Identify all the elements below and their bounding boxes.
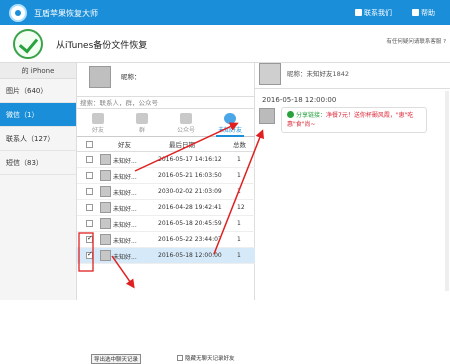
table-header: 好友 最后日期 总数 [77, 138, 255, 152]
app-logo-icon [9, 4, 27, 22]
hide-empty-toggle[interactable]: 隐藏无聊天记录好友 [177, 354, 235, 362]
chat-panel: 昵称：未知好友1842 2016-05-18 12:00:00 分享链接：净餐7… [255, 63, 450, 300]
row-avatar [100, 154, 111, 165]
tab-groups-label: 群 [138, 127, 145, 134]
table-row[interactable]: 未知好... 2016-05-21 16:03:50 1 [77, 168, 255, 184]
app-title: 互盾苹果恢复大师 [34, 9, 98, 18]
row-date: 2016-05-21 16:03:50 [158, 172, 222, 179]
tab-friends[interactable]: 好友 [81, 111, 115, 137]
row-checkbox[interactable] [86, 172, 93, 179]
row-name: 未知好... [113, 254, 137, 261]
divider [255, 88, 450, 89]
help-button[interactable]: 帮助 [412, 8, 435, 18]
row-date: 2016-05-17 14:16:12 [158, 156, 222, 163]
message-lead: 分享链接： [296, 112, 327, 119]
table-row[interactable]: 未知好... 2016-04-28 19:42:41 12 [77, 200, 255, 216]
sidebar-item-photos[interactable]: 图片（640） [0, 79, 76, 103]
chat-scrollbar[interactable] [445, 91, 449, 291]
row-name: 未知好... [113, 174, 137, 181]
table-row[interactable]: 未知好... 2016-05-17 14:16:12 1 [77, 152, 255, 168]
header-last-date: 最后日期 [169, 141, 195, 149]
export-selected-button[interactable]: 导出选中聊天记录 [91, 354, 142, 364]
row-avatar [100, 234, 111, 245]
row-date: 2016-05-18 12:00:00 [158, 252, 222, 259]
row-count: 1 [237, 220, 241, 227]
contact-us-button[interactable]: 联系我们 [355, 8, 392, 18]
header-friend: 好友 [118, 141, 131, 149]
row-count: 1 [237, 156, 241, 163]
row-count: 12 [237, 204, 245, 211]
message-avatar [259, 108, 275, 124]
check-circle-icon [13, 29, 43, 59]
row-date: 2016-05-18 20:45:59 [158, 220, 222, 227]
share-link-icon [287, 111, 294, 118]
row-count: 1 [237, 188, 241, 195]
help-icon [412, 9, 419, 16]
sidebar: 的 iPhone 图片（640） 微信（1） 联系人（127） 短信（83） [0, 63, 77, 300]
unknown-friend-icon [224, 113, 236, 124]
row-checkbox[interactable] [86, 220, 93, 227]
contact-us-label: 联系我们 [364, 9, 392, 17]
chat-nickname: 昵称：未知好友1842 [287, 70, 350, 78]
table-row[interactable]: 未知好... 2016-05-18 12:00:00 1 [77, 248, 255, 264]
page-title: 从iTunes备份文件恢复 [56, 41, 148, 51]
row-checkbox[interactable] [86, 156, 93, 163]
select-all-checkbox[interactable] [86, 141, 93, 148]
friends-icon [92, 113, 104, 124]
row-date: 2016-05-22 23:44:07 [158, 236, 222, 243]
chat-icon [355, 9, 362, 16]
table-row[interactable]: 未知好... 2030-02-02 21:03:09 1 [77, 184, 255, 200]
row-name: 未知好... [113, 222, 137, 229]
search-input[interactable]: 搜索：联系人，群，公众号 [77, 96, 255, 109]
row-avatar [100, 186, 111, 197]
friends-table: 好友 最后日期 总数 未知好... 2016-05-17 14:16:12 1 未知好… [77, 138, 255, 264]
message-bubble: 分享链接：净餐7元！送你杯颞风霞，"恵"吃惠"食"尚~ [281, 107, 427, 133]
table-row[interactable]: 未知好... 2016-05-22 23:44:07 1 [77, 232, 255, 248]
sidebar-item-wechat[interactable]: 微信（1） [0, 103, 76, 127]
nickname-label: 昵称： [121, 73, 141, 81]
group-icon [136, 113, 148, 124]
tab-groups[interactable]: 群 [125, 111, 159, 137]
row-avatar [100, 170, 111, 181]
user-avatar [89, 66, 111, 88]
row-checkbox[interactable] [86, 204, 93, 211]
row-checkbox[interactable] [86, 188, 93, 195]
row-count: 1 [237, 252, 241, 259]
tab-bar: 好友 群 公众号 未知好友 [77, 111, 255, 137]
row-name: 未知好... [113, 238, 137, 245]
help-label: 帮助 [421, 9, 435, 17]
sub-header: 从iTunes备份文件恢复 有任何疑问请联系客服 ? [0, 25, 450, 63]
tab-unknown-friends[interactable]: 未知好友 [213, 111, 247, 137]
official-account-icon [180, 113, 192, 124]
table-row[interactable]: 未知好... 2016-05-18 20:45:59 1 [77, 216, 255, 232]
row-count: 1 [237, 172, 241, 179]
bottom-bar: 导出选中聊天记录 隐藏无聊天记录好友 [77, 354, 255, 364]
hide-empty-checkbox[interactable] [177, 355, 183, 361]
row-avatar [100, 218, 111, 229]
chat-avatar [259, 63, 281, 85]
tab-unknown-label: 未知好友 [217, 127, 242, 134]
title-bar: 互盾苹果恢复大师 联系我们 帮助 [0, 0, 450, 25]
hide-empty-label: 隐藏无聊天记录好友 [185, 356, 235, 362]
tab-official-label: 公众号 [176, 127, 195, 134]
tab-official-accounts[interactable]: 公众号 [169, 111, 203, 137]
row-avatar [100, 250, 111, 261]
contact-panel: 昵称： 搜索：联系人，群，公众号 好友 群 公众号 未知好友 好友 最后日期 总… [77, 63, 255, 364]
row-checkbox[interactable] [86, 234, 93, 243]
sidebar-item-sms[interactable]: 短信（83） [0, 151, 76, 175]
row-date: 2016-04-28 19:42:41 [158, 204, 222, 211]
chat-date: 2016-05-18 12:00:00 [262, 96, 337, 104]
device-name: 的 iPhone [0, 63, 76, 79]
sidebar-item-contacts[interactable]: 联系人（127） [0, 127, 76, 151]
row-avatar [100, 202, 111, 213]
row-checkbox[interactable] [86, 250, 93, 259]
tab-friends-label: 好友 [91, 127, 104, 134]
support-link[interactable]: 有任何疑问请联系客服 ? [386, 37, 446, 45]
row-count: 1 [237, 236, 241, 243]
row-name: 未知好... [113, 206, 137, 213]
row-date: 2030-02-02 21:03:09 [158, 188, 222, 195]
row-name: 未知好... [113, 190, 137, 197]
header-count: 总数 [233, 141, 246, 149]
row-name: 未知好... [113, 158, 137, 165]
